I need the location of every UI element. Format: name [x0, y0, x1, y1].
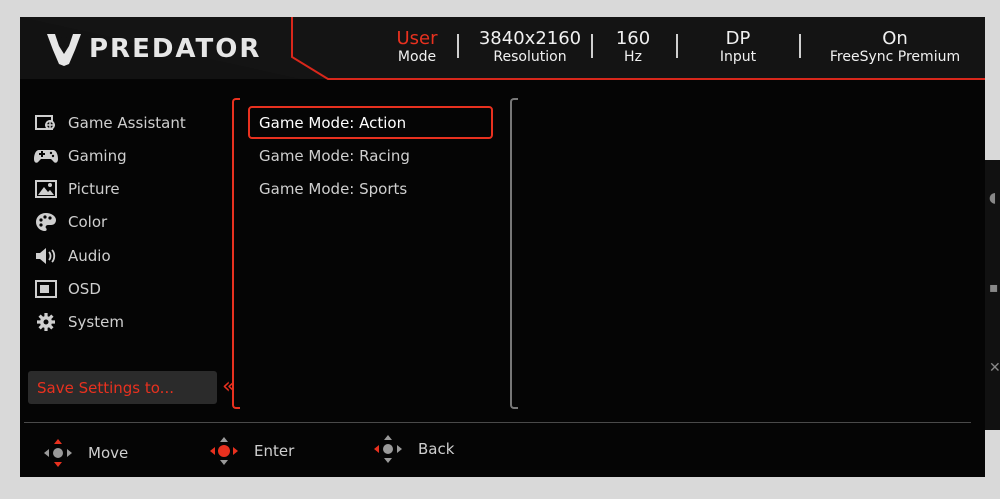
sidebar-item-gaming[interactable]: Gaming — [34, 143, 127, 169]
sidebar-item-label: Color — [68, 213, 108, 231]
footer-back-hint: Back — [372, 433, 454, 465]
status-mode-label: Mode — [397, 49, 437, 65]
sidebar-item-label: OSD — [68, 280, 101, 298]
predator-logo: PREDATOR — [45, 32, 261, 66]
gear-icon — [34, 312, 58, 332]
status-input-value: DP — [725, 28, 751, 49]
sidebar-item-label: Picture — [68, 180, 120, 198]
status-resolution-value: 3840x2160 — [478, 28, 582, 49]
dpad-back-icon — [374, 435, 402, 463]
speaker-icon — [34, 246, 58, 266]
status-resolution-label: Resolution — [493, 49, 567, 65]
status-divider — [457, 34, 459, 58]
detail-panel-bracket — [510, 98, 518, 409]
osd-menu: PREDATOR User Mode 3840x2160 Resolution … — [20, 17, 985, 477]
status-input: DP Input — [710, 29, 766, 66]
footer-enter-label: Enter — [254, 442, 295, 460]
status-refresh: 160 Hz — [612, 29, 654, 66]
status-divider — [591, 34, 593, 58]
footer-move-hint: Move — [42, 437, 128, 469]
submenu-item-game-mode-sports[interactable]: Game Mode: Sports — [258, 174, 490, 204]
sidebar-item-label: Gaming — [68, 147, 127, 165]
footer-divider — [24, 422, 971, 423]
footer-back-label: Back — [418, 440, 455, 458]
status-freesync-label: FreeSync Premium — [829, 49, 961, 65]
dpad-enter-icon — [210, 437, 238, 465]
status-resolution: 3840x2160 Resolution — [478, 29, 582, 66]
picture-icon — [34, 179, 58, 199]
bezel-button-icon: ▪ — [989, 280, 999, 296]
submenu-bracket — [232, 98, 240, 409]
sidebar-item-audio[interactable]: Audio — [34, 243, 111, 269]
status-refresh-label: Hz — [624, 49, 642, 65]
submenu-item-game-mode-racing[interactable]: Game Mode: Racing — [258, 141, 490, 171]
sidebar-item-label: System — [68, 313, 124, 331]
sidebar-item-label: Audio — [68, 247, 111, 265]
status-divider — [676, 34, 678, 58]
sidebar-item-game-assistant[interactable]: Game Assistant — [34, 110, 186, 136]
bezel-button-icon: ✕ — [989, 360, 1000, 376]
status-mode-value: User — [396, 28, 438, 49]
sidebar-item-color[interactable]: Color — [34, 209, 107, 235]
logo-text: PREDATOR — [89, 34, 262, 64]
bezel-button-icon: ◖ — [989, 190, 997, 206]
sidebar-item-osd[interactable]: OSD — [34, 276, 101, 302]
game-assistant-icon — [34, 113, 58, 133]
sidebar-item-picture[interactable]: Picture — [34, 176, 120, 202]
footer-move-label: Move — [88, 444, 129, 462]
status-divider — [799, 34, 801, 58]
footer-enter-hint: Enter — [208, 435, 294, 467]
osd-icon — [34, 279, 58, 299]
status-refresh-value: 160 — [615, 28, 651, 49]
status-freesync: On FreeSync Premium — [820, 29, 970, 66]
submenu-item-game-mode-action[interactable]: Game Mode: Action — [248, 106, 493, 139]
save-settings-button[interactable]: Save Settings to... — [28, 371, 217, 404]
predator-logo-icon — [47, 34, 81, 66]
status-input-label: Input — [719, 49, 757, 65]
status-freesync-value: On — [882, 28, 908, 49]
dpad-move-icon — [44, 439, 72, 467]
sidebar-item-system[interactable]: System — [34, 309, 124, 335]
gamepad-icon — [34, 146, 58, 166]
sidebar-item-label: Game Assistant — [68, 114, 186, 132]
palette-icon — [34, 212, 58, 232]
monitor-bezel: ◖ ▪ ✕ — [985, 160, 1000, 430]
status-mode: User Mode — [394, 29, 440, 66]
